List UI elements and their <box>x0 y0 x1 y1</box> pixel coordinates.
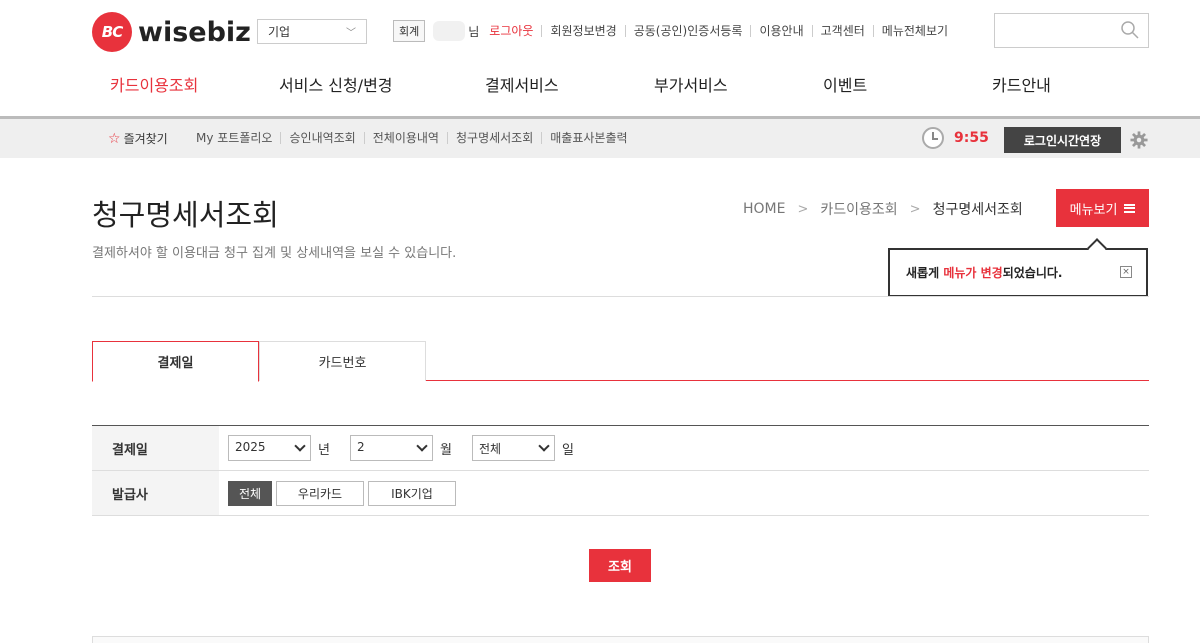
breadcrumb: HOME > 카드이용조회 > 청구명세서조회 <box>743 199 1023 219</box>
chevron-down-icon <box>294 440 306 452</box>
tooltip-text-highlight: 메뉴가 변경 <box>943 266 1003 280</box>
tab-payment-date[interactable]: 결제일 <box>92 341 259 382</box>
nav-payment-service[interactable]: 결제서비스 <box>485 72 559 96</box>
all-menu-link[interactable]: 메뉴전체보기 <box>872 25 956 37</box>
tooltip-arrow <box>1087 238 1107 258</box>
favorites-button[interactable]: ☆ 즐겨찾기 <box>108 130 168 147</box>
clock-icon <box>922 127 944 149</box>
quick-link-approval[interactable]: 승인내역조회 <box>280 132 363 144</box>
close-icon[interactable]: × <box>1120 266 1132 278</box>
menu-view-label: 메뉴보기 <box>1069 202 1118 218</box>
nav-service-apply[interactable]: 서비스 신청/변경 <box>279 72 393 96</box>
chevron-right-icon: > <box>909 201 921 217</box>
nav-card-usage[interactable]: 카드이용조회 <box>110 72 198 96</box>
customer-center-link[interactable]: 고객센터 <box>811 25 873 37</box>
logout-link[interactable]: 로그아웃 <box>489 25 541 37</box>
issuer-all-button[interactable]: 전체 <box>228 480 272 506</box>
util-links: 로그아웃 회원정보변경 공동(공인)인증서등록 이용안내 고객센터 메뉴전체보기 <box>489 25 956 37</box>
hamburger-icon <box>1124 203 1136 213</box>
quick-link-statement[interactable]: 청구명세서조회 <box>446 132 541 144</box>
bc-logo-icon: BC <box>92 12 132 52</box>
nav-event[interactable]: 이벤트 <box>823 72 867 96</box>
form-row-issuer: 발급사 전체 우리카드 IBK기업 <box>92 471 1149 516</box>
timer-value: 9:55 <box>954 130 989 146</box>
day-value: 전체 <box>478 442 502 456</box>
tab-card-number[interactable]: 카드번호 <box>259 341 426 381</box>
chevron-down-icon <box>538 440 550 452</box>
nav-card-guide[interactable]: 카드안내 <box>992 72 1051 96</box>
form-row-payment-date: 결제일 2025 년 2 월 전체 일 <box>92 426 1149 471</box>
top-header: BC wisebiz 기업 ﹀ 회계 님 로그아웃 회원정보변경 공동(공인)인… <box>0 0 1200 60</box>
chevron-down-icon <box>416 440 428 452</box>
session-timer: 9:55 <box>922 127 989 149</box>
year-select[interactable]: 2025 <box>228 435 311 461</box>
quick-link-receipt-copy[interactable]: 매출표사본출력 <box>541 132 635 144</box>
page-title: 청구명세서조회 <box>92 198 279 232</box>
favorites-label: 즐겨찾기 <box>123 132 168 146</box>
year-value: 2025 <box>235 440 266 454</box>
year-unit: 년 <box>318 442 330 458</box>
member-info-link[interactable]: 회원정보변경 <box>541 25 624 37</box>
guide-link[interactable]: 이용안내 <box>750 25 811 37</box>
user-name-redacted <box>433 21 466 41</box>
result-area <box>92 636 1149 643</box>
day-select[interactable]: 전체 <box>471 435 555 461</box>
extend-login-button[interactable]: 로그인시간연장 <box>1004 127 1121 153</box>
company-select[interactable]: 기업 ﹀ <box>257 19 367 44</box>
search-input[interactable] <box>994 13 1149 48</box>
payment-date-label: 결제일 <box>92 426 219 470</box>
search-tabs: 결제일 카드번호 <box>92 341 1149 382</box>
certificate-register-link[interactable]: 공동(공인)인증서등록 <box>624 25 751 37</box>
name-suffix: 님 <box>468 24 480 39</box>
nav-extra-service[interactable]: 부가서비스 <box>654 72 728 96</box>
issuer-woori-button[interactable]: 우리카드 <box>276 480 364 506</box>
quick-link-all-usage[interactable]: 전체이용내역 <box>363 132 447 144</box>
breadcrumb-current: 청구명세서조회 <box>932 202 1023 218</box>
logo[interactable]: BC wisebiz <box>92 12 251 52</box>
star-icon: ☆ <box>108 130 121 147</box>
sub-bar: ☆ 즐겨찾기 My 포트폴리오 승인내역조회 전체이용내역 청구명세서조회 매출… <box>0 116 1200 158</box>
breadcrumb-home[interactable]: HOME <box>743 201 785 217</box>
page-description: 결제하셔야 할 이용대금 청구 집계 및 상세내역을 보실 수 있습니다. <box>92 246 457 261</box>
issuer-label: 발급사 <box>92 471 219 515</box>
search-icon[interactable] <box>1120 20 1140 40</box>
day-unit: 일 <box>561 442 574 458</box>
chevron-down-icon: ﹀ <box>346 28 356 39</box>
chevron-right-icon: > <box>797 201 809 217</box>
company-select-value: 기업 <box>268 25 291 39</box>
main-nav: 카드이용조회 서비스 신청/변경 결제서비스 부가서비스 이벤트 카드안내 <box>0 60 1200 115</box>
search-button[interactable]: 조회 <box>589 549 651 582</box>
quick-link-portfolio[interactable]: My 포트폴리오 <box>196 132 280 144</box>
issuer-fields: 전체 우리카드 IBK기업 <box>219 471 1149 515</box>
user-area: 회계 님 로그아웃 회원정보변경 공동(공인)인증서등록 이용안내 고객센터 메… <box>393 20 956 42</box>
logo-text: wisebiz <box>138 16 251 48</box>
quick-links: My 포트폴리오 승인내역조회 전체이용내역 청구명세서조회 매출표사본출력 <box>196 132 636 144</box>
menu-view-button[interactable]: 메뉴보기 <box>1056 189 1149 227</box>
gear-icon[interactable] <box>1130 131 1148 149</box>
member-tag: 회계 <box>393 20 426 42</box>
payment-date-fields: 2025 년 2 월 전체 일 <box>219 426 1149 470</box>
menu-changed-tooltip: 새롭게 메뉴가 변경 되었습니다. × <box>888 238 1148 297</box>
month-value: 2 <box>356 440 365 454</box>
breadcrumb-card-usage[interactable]: 카드이용조회 <box>820 199 897 219</box>
month-unit: 월 <box>439 442 452 458</box>
tooltip-text-post: 되었습니다. <box>1002 266 1063 280</box>
search-form: 결제일 2025 년 2 월 전체 일 발급사 전체 우리카드 IBK기업 <box>92 425 1149 516</box>
tooltip-text-pre: 새롭게 <box>906 266 944 280</box>
month-select[interactable]: 2 <box>349 435 433 461</box>
issuer-ibk-button[interactable]: IBK기업 <box>368 480 456 506</box>
divider <box>92 296 1149 297</box>
